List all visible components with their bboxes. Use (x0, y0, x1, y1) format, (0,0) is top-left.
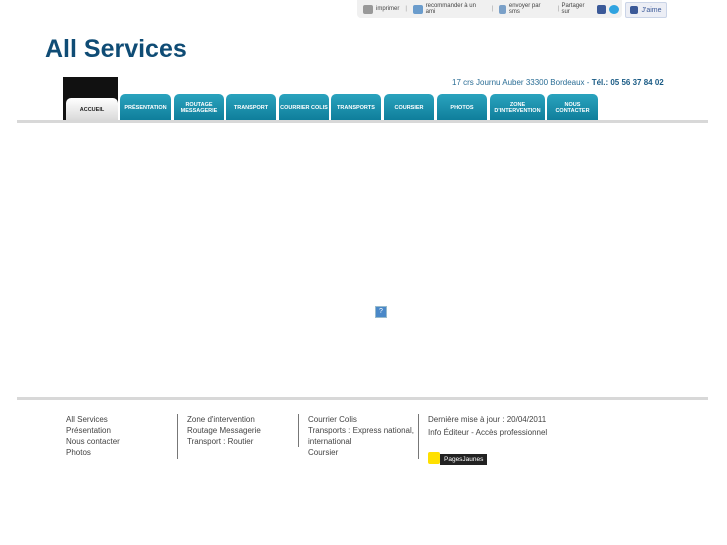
tab-courrier-colis[interactable]: COURRIER COLIS (279, 94, 329, 121)
footer-col-2: Zone d'intervention Routage Messagerie T… (187, 414, 261, 447)
footer-link[interactable]: Transport : Routier (187, 436, 261, 447)
missing-plugin-icon: ? (375, 306, 387, 318)
tab-zone-intervention[interactable]: ZONE D'INTERVENTION (490, 94, 545, 121)
last-update: Dernière mise à jour : 20/04/2011 (428, 415, 547, 424)
divider (418, 414, 419, 459)
divider (177, 414, 178, 459)
smiley-icon (428, 451, 440, 464)
pagesjaunes-badge[interactable]: PagesJaunes (428, 450, 488, 465)
footer-col-4: Dernière mise à jour : 20/04/2011 Info É… (428, 415, 548, 437)
twitter-icon[interactable] (609, 4, 619, 14)
print-button[interactable]: imprimer (363, 4, 399, 14)
footer-link[interactable]: Présentation (66, 425, 120, 436)
recommend-button[interactable]: recommander à un ami (412, 3, 486, 15)
tab-nous-contacter[interactable]: NOUS CONTACTER (547, 94, 598, 121)
footer-link[interactable]: Coursier (308, 447, 414, 458)
tab-coursier[interactable]: COURSIER (384, 94, 434, 121)
footer-link[interactable]: Zone d'intervention (187, 414, 261, 425)
footer-link[interactable]: Routage Messagerie (187, 425, 261, 436)
footer-link[interactable]: All Services (66, 414, 120, 425)
like-button[interactable]: J'aime (625, 2, 667, 18)
printer-icon (363, 4, 373, 14)
tab-transport[interactable]: TRANSPORT (226, 94, 276, 121)
share-toolbar: imprimer | recommander à un ami | envoyer … (357, 0, 622, 18)
footer-col-1: All Services Présentation Nous contacter… (66, 414, 120, 458)
share-label: Partager sur (561, 3, 585, 15)
acces-pro-link[interactable]: Accès professionnel (476, 428, 548, 437)
facebook-icon (630, 6, 639, 14)
people-icon (412, 4, 423, 14)
divider (298, 414, 299, 447)
info-editeur-link[interactable]: Info Éditeur (428, 428, 469, 437)
footer-link[interactable]: Nous contacter (66, 436, 120, 447)
header-divider (17, 120, 708, 123)
tab-presentation[interactable]: PRÉSENTATION (120, 94, 171, 121)
phone: Tél.: 05 56 37 84 02 (591, 78, 664, 87)
footer-link[interactable]: Courrier Colis (308, 414, 414, 425)
tab-accueil[interactable]: ACCUEIL (66, 98, 118, 121)
site-title: All Services (45, 35, 187, 63)
footer-link[interactable]: Transports : Express national, (308, 425, 414, 436)
sms-button[interactable]: envoyer par sms (499, 3, 552, 15)
tab-photos[interactable]: PHOTOS (437, 94, 487, 121)
footer-link[interactable]: Photos (66, 447, 120, 458)
footer-col-3: Courrier Colis Transports : Express nati… (308, 414, 414, 458)
phone-icon (499, 4, 506, 14)
tab-routage-messagerie[interactable]: ROUTAGE MESSAGERIE (174, 94, 224, 121)
facebook-icon[interactable] (596, 4, 607, 14)
footer-link[interactable]: international (308, 436, 414, 447)
contact-info: 17 crs Journu Auber 33300 Bordeaux - Tél… (452, 78, 664, 87)
footer-divider (17, 397, 708, 400)
tab-transports[interactable]: TRANSPORTS (331, 94, 381, 121)
